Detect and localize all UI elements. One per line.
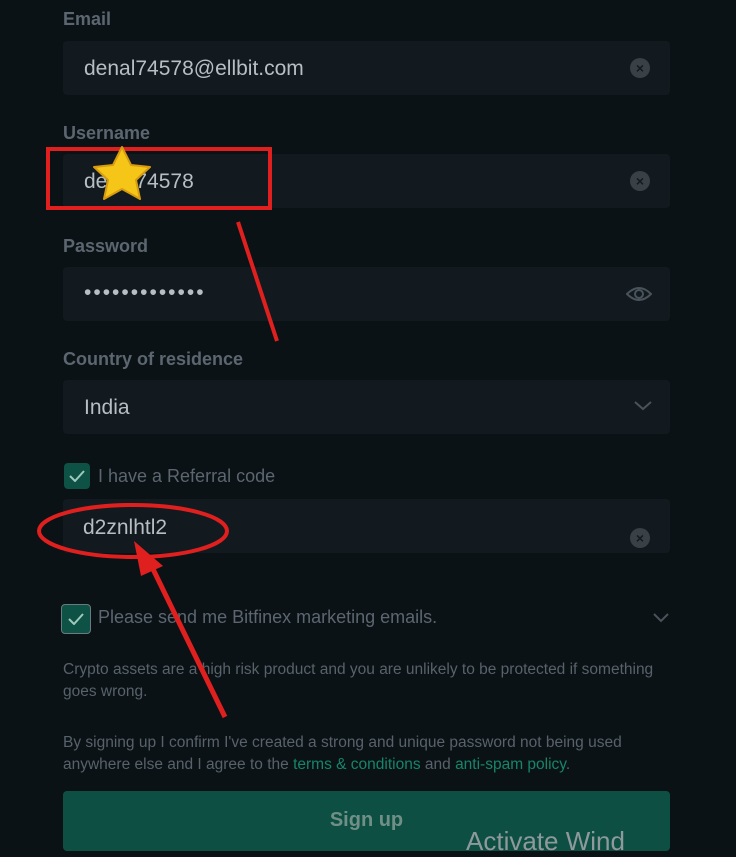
clear-icon[interactable]: ×: [630, 58, 650, 78]
check-icon: [69, 470, 85, 482]
email-value: denal74578@ellbit.com: [84, 57, 304, 80]
clear-icon[interactable]: ×: [630, 171, 650, 191]
check-icon: [68, 613, 84, 625]
chevron-down-icon: [634, 401, 652, 411]
anti-spam-link[interactable]: anti-spam policy: [455, 756, 566, 773]
terms-and: and: [420, 756, 456, 773]
referral-code-value: d2znlhtl2: [83, 516, 168, 539]
clear-icon[interactable]: ×: [630, 528, 650, 548]
terms-link[interactable]: terms & conditions: [293, 756, 421, 773]
password-value: •••••••••••••: [84, 281, 206, 304]
password-field[interactable]: •••••••••••••: [63, 267, 670, 321]
marketing-checkbox-label: Please send me Bitfinex marketing emails…: [98, 607, 438, 627]
eye-icon[interactable]: [626, 285, 652, 303]
terms-suffix: .: [565, 756, 571, 773]
country-value: India: [84, 396, 130, 419]
username-field[interactable]: denal74578 ×: [63, 154, 670, 208]
email-label: Email: [63, 9, 112, 29]
country-select[interactable]: India: [63, 380, 670, 434]
password-label: Password: [63, 236, 149, 256]
terms-text: By signing up I confirm I've created a s…: [63, 732, 673, 776]
activate-windows-watermark: Activate Wind: [466, 826, 625, 856]
referral-checkbox-label: I have a Referral code: [98, 466, 276, 486]
marketing-checkbox[interactable]: [61, 604, 91, 634]
username-value: denal74578: [84, 170, 194, 193]
country-label: Country of residence: [63, 349, 244, 369]
chevron-down-icon[interactable]: [653, 613, 669, 623]
referral-checkbox[interactable]: [64, 463, 90, 489]
referral-code-field[interactable]: d2znlhtl2 ×: [63, 499, 670, 553]
risk-disclaimer: Crypto assets are a high risk product an…: [63, 661, 654, 700]
username-label: Username: [63, 123, 151, 143]
email-field[interactable]: denal74578@ellbit.com ×: [63, 41, 670, 95]
